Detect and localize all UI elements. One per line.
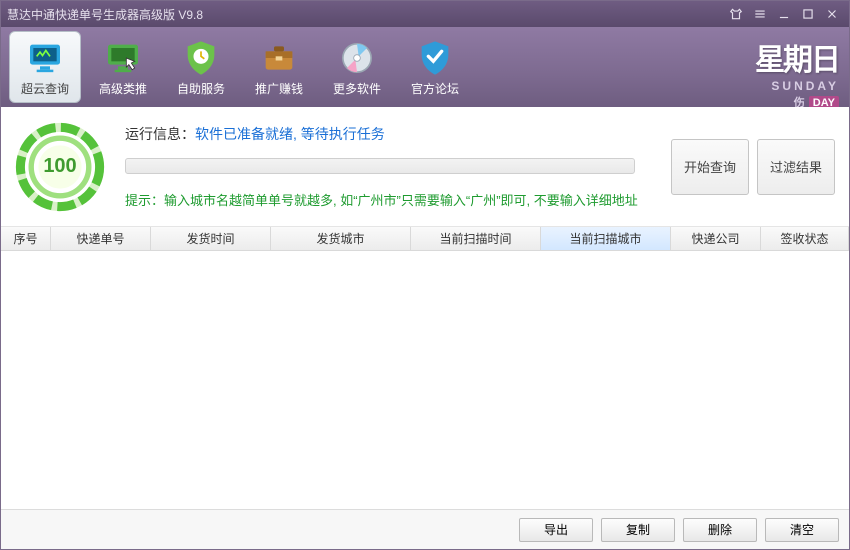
tool-promote-earn[interactable]: 推广赚钱	[243, 31, 315, 103]
tool-cloud-query[interactable]: 超云查询	[9, 31, 81, 103]
th-index[interactable]: 序号	[1, 227, 51, 250]
copy-button[interactable]: 复制	[601, 518, 675, 542]
maximize-button[interactable]	[797, 5, 819, 23]
gauge-value: 100	[15, 122, 105, 212]
tool-self-service[interactable]: 自助服务	[165, 31, 237, 103]
clear-button[interactable]: 清空	[765, 518, 839, 542]
briefcase-icon	[259, 38, 299, 78]
tool-more-software[interactable]: 更多软件	[321, 31, 393, 103]
tool-label: 更多软件	[333, 80, 381, 97]
titlebar: 慧达中通快递单号生成器高级版 V9.8	[1, 1, 849, 27]
progress-bar	[125, 158, 635, 174]
skin-button[interactable]	[725, 5, 747, 23]
th-tracking-no[interactable]: 快递单号	[51, 227, 151, 250]
info-body: 运行信息：软件已准备就绪, 等待执行任务 提示：输入城市名越简单单号就越多, 如…	[125, 124, 661, 209]
weekday-en: SUNDAY	[755, 79, 839, 93]
tool-label: 官方论坛	[411, 80, 459, 97]
table-body	[1, 251, 849, 509]
window-title: 慧达中通快递单号生成器高级版 V9.8	[7, 6, 723, 23]
tool-label: 推广赚钱	[255, 80, 303, 97]
close-button[interactable]	[821, 5, 843, 23]
th-carrier[interactable]: 快递公司	[671, 227, 761, 250]
export-button[interactable]: 导出	[519, 518, 593, 542]
tool-label: 超云查询	[21, 80, 69, 97]
gauge: 100	[15, 122, 105, 212]
tool-label: 高级类推	[99, 80, 147, 97]
th-ship-city[interactable]: 发货城市	[271, 227, 411, 250]
menu-button[interactable]	[749, 5, 771, 23]
th-sign-status[interactable]: 签收状态	[761, 227, 849, 250]
minimize-button[interactable]	[773, 5, 795, 23]
start-query-button[interactable]: 开始查询	[671, 139, 749, 195]
app-window: 慧达中通快递单号生成器高级版 V9.8 超云查询 高级类推 自助服务 推广赚钱 …	[0, 0, 850, 550]
date-badge: 星期日 SUNDAY 伤DAY	[755, 35, 839, 111]
tool-label: 自助服务	[177, 80, 225, 97]
monitor-icon	[25, 38, 65, 78]
run-label: 运行信息：	[125, 126, 195, 142]
footer: 导出 复制 删除 清空	[1, 509, 849, 549]
weekday-cn: 星期日	[755, 35, 839, 79]
monitor-cursor-icon	[103, 38, 143, 78]
th-ship-time[interactable]: 发货时间	[151, 227, 271, 250]
th-scan-city[interactable]: 当前扫描城市	[541, 227, 671, 250]
tool-advanced-infer[interactable]: 高级类推	[87, 31, 159, 103]
run-line: 运行信息：软件已准备就绪, 等待执行任务	[125, 124, 661, 144]
side-buttons: 开始查询 过滤结果	[671, 139, 835, 195]
table-header: 序号 快递单号 发货时间 发货城市 当前扫描时间 当前扫描城市 快递公司 签收状…	[1, 227, 849, 251]
shield-clock-icon	[181, 38, 221, 78]
results-table: 序号 快递单号 发货时间 发货城市 当前扫描时间 当前扫描城市 快递公司 签收状…	[1, 227, 849, 509]
filter-results-button[interactable]: 过滤结果	[757, 139, 835, 195]
tip-line: 提示：输入城市名越简单单号就越多, 如“广州市”只需要输入“广州”即可, 不要输…	[125, 190, 661, 209]
main-toolbar: 超云查询 高级类推 自助服务 推广赚钱 更多软件 官方论坛 星期日 SUNDAY…	[1, 27, 849, 107]
info-bar: 100 运行信息：软件已准备就绪, 等待执行任务 提示：输入城市名越简单单号就越…	[1, 107, 849, 227]
delete-button[interactable]: 删除	[683, 518, 757, 542]
tool-official-forum[interactable]: 官方论坛	[399, 31, 471, 103]
shield-check-icon	[415, 38, 455, 78]
th-scan-time[interactable]: 当前扫描时间	[411, 227, 541, 250]
disc-icon	[337, 38, 377, 78]
run-msg: 软件已准备就绪, 等待执行任务	[195, 126, 385, 142]
